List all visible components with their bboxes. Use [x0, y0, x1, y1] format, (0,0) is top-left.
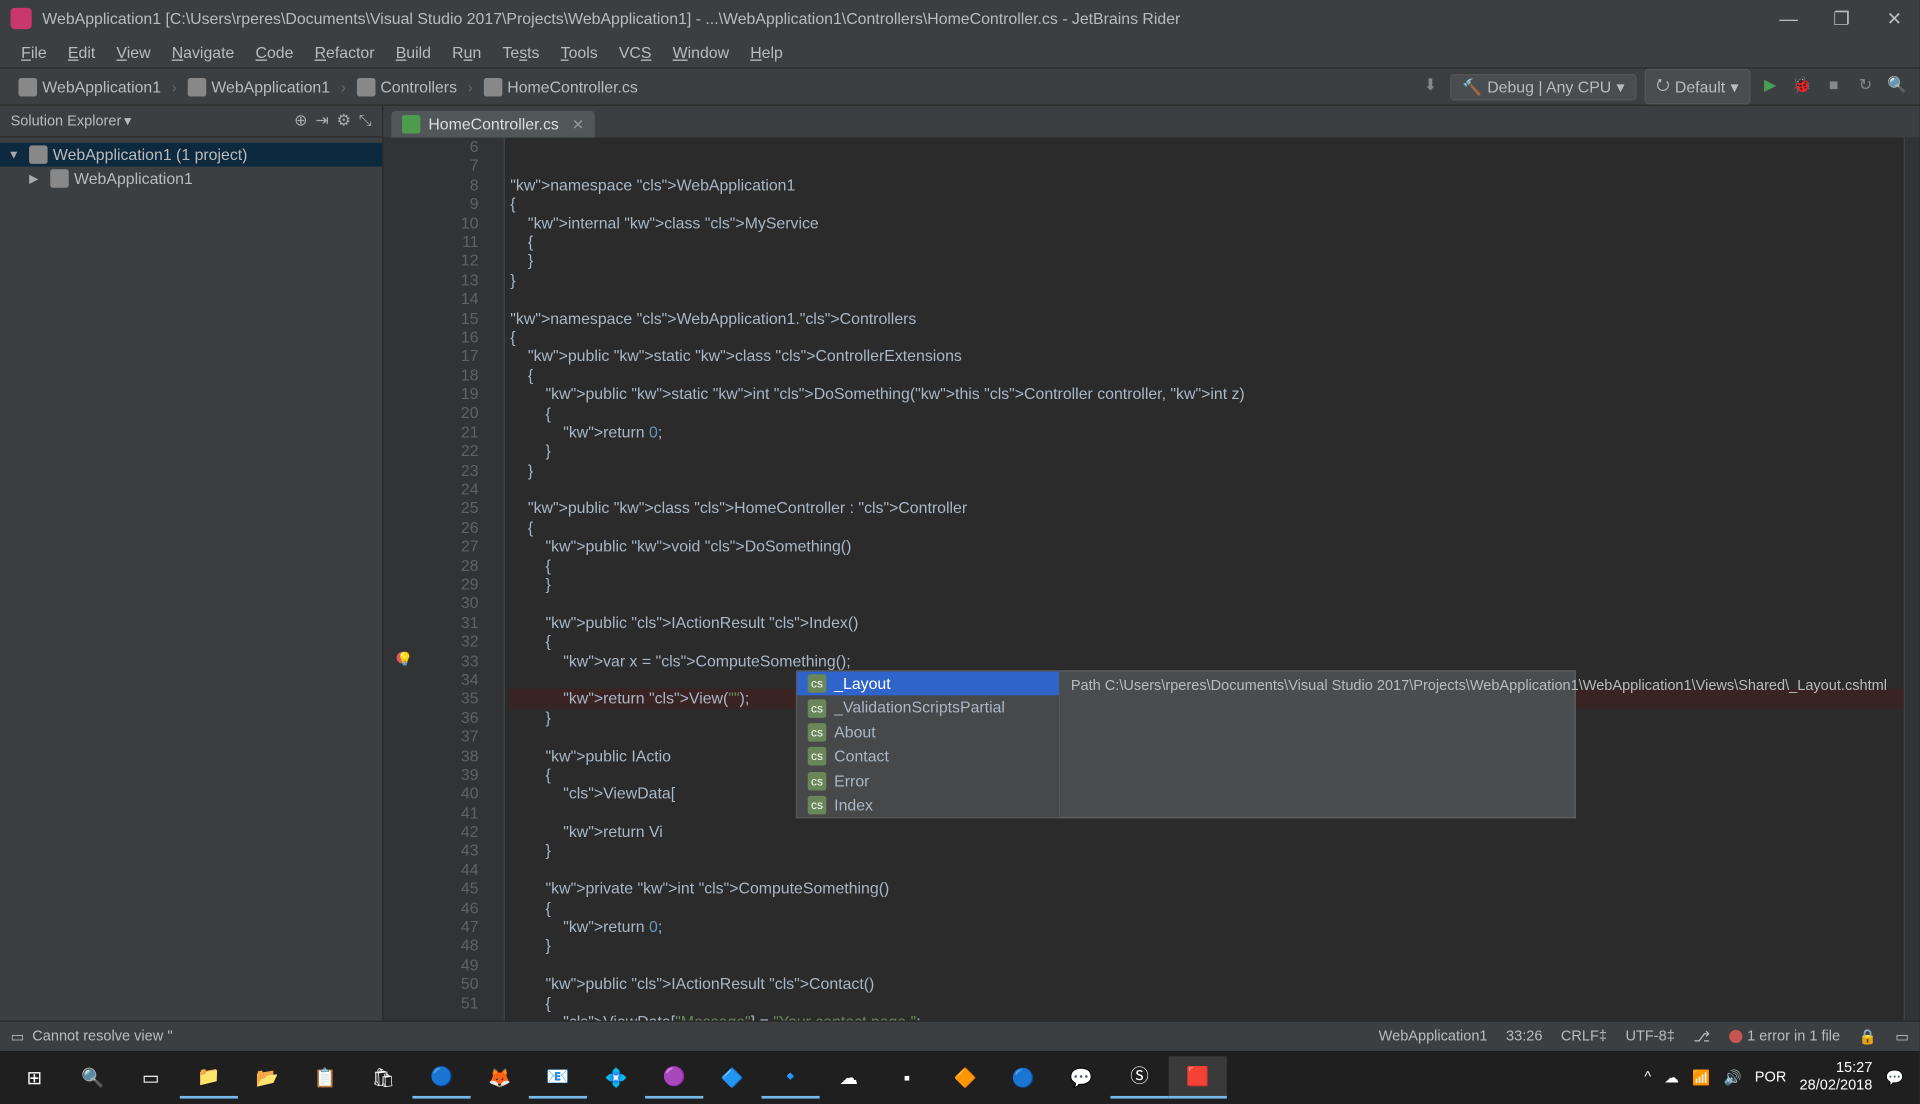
- configuration-selector[interactable]: 🔨 Debug | Any CPU ▾: [1450, 73, 1636, 99]
- menu-build[interactable]: Build: [385, 39, 441, 65]
- breadcrumb-file[interactable]: HomeController.cs: [476, 75, 646, 99]
- menu-tests[interactable]: Tests: [492, 39, 550, 65]
- app-icon-5[interactable]: ☁: [820, 1056, 878, 1098]
- collapse-all-icon[interactable]: ⇥: [315, 111, 328, 131]
- build-icon[interactable]: ⬇: [1419, 75, 1443, 99]
- status-message: Cannot resolve view '': [32, 1029, 173, 1045]
- completion-doc: Path C:\Users\rperes\Documents\Visual St…: [1060, 670, 1576, 819]
- rider-taskbar-icon[interactable]: 🟥: [1169, 1056, 1227, 1098]
- tray-cloud-icon[interactable]: ☁: [1664, 1069, 1679, 1086]
- menu-code[interactable]: Code: [245, 39, 304, 65]
- editor-tab[interactable]: HomeController.cs ✕: [391, 111, 594, 137]
- menu-vcs[interactable]: VCS: [608, 39, 662, 65]
- code-area[interactable]: 6789101112131415161718192021222324252627…: [383, 137, 1919, 1020]
- skype-icon[interactable]: Ⓢ: [1110, 1056, 1168, 1098]
- completion-item[interactable]: csContact: [797, 745, 1059, 769]
- menu-navigate[interactable]: Navigate: [161, 39, 245, 65]
- menu-view[interactable]: View: [106, 39, 161, 65]
- search-button[interactable]: 🔍: [1885, 75, 1909, 99]
- outlook-icon[interactable]: 📧: [529, 1056, 587, 1098]
- app-icon-4[interactable]: 🔷: [703, 1056, 761, 1098]
- app-icon-2[interactable]: 📋: [296, 1056, 354, 1098]
- menu-edit[interactable]: Edit: [57, 39, 106, 65]
- vscode-icon[interactable]: 🔹: [761, 1056, 819, 1098]
- vs-icon[interactable]: 🟣: [645, 1056, 703, 1098]
- hide-icon[interactable]: ⤡: [359, 111, 372, 131]
- tray-clock[interactable]: 15:27 28/02/2018: [1800, 1060, 1873, 1094]
- status-errors[interactable]: 1 error in 1 file: [1729, 1029, 1840, 1045]
- menu-help[interactable]: Help: [740, 39, 794, 65]
- completion-item[interactable]: cs_ValidationScriptsPartial: [797, 696, 1059, 720]
- run-config-selector[interactable]: ⭮ Default ▾: [1644, 69, 1750, 105]
- menu-run[interactable]: Run: [442, 39, 492, 65]
- statusbar: ▭ Cannot resolve view '' WebApplication1…: [0, 1021, 1920, 1051]
- scroll-from-source-icon[interactable]: ⊕: [294, 111, 307, 131]
- settings-icon[interactable]: ⚙: [337, 111, 351, 131]
- tray-lang[interactable]: POR: [1755, 1069, 1787, 1085]
- status-project[interactable]: WebApplication1: [1379, 1029, 1488, 1045]
- status-encoding[interactable]: UTF-8‡: [1626, 1029, 1675, 1045]
- app-icon-8[interactable]: 💬: [1052, 1056, 1110, 1098]
- stop-button[interactable]: ■: [1822, 75, 1846, 99]
- maximize-button[interactable]: ❐: [1827, 7, 1856, 29]
- tray-network-icon[interactable]: 📶: [1692, 1069, 1710, 1086]
- editor: HomeController.cs ✕ 67891011121314151617…: [383, 106, 1919, 1021]
- terminal-icon[interactable]: ▪: [878, 1056, 936, 1098]
- search-taskbar-icon[interactable]: 🔍: [63, 1056, 121, 1098]
- breadcrumb-solution[interactable]: WebApplication1: [11, 75, 169, 99]
- csharp-file-icon: [402, 115, 421, 134]
- menu-window[interactable]: Window: [662, 39, 740, 65]
- status-lock-icon[interactable]: 🔒: [1859, 1028, 1877, 1045]
- solution-explorer: Solution Explorer ▾ ⊕ ⇥ ⚙ ⤡ ▼ WebApplica…: [0, 106, 383, 1021]
- explorer-taskbar-icon[interactable]: 📁: [180, 1056, 238, 1098]
- tray-volume-icon[interactable]: 🔊: [1723, 1069, 1741, 1086]
- menu-file[interactable]: File: [11, 39, 58, 65]
- update-button[interactable]: ↻: [1853, 75, 1877, 99]
- completion-popup: cs_Layoutcs_ValidationScriptsPartialcsAb…: [796, 670, 1576, 819]
- app-icon-6[interactable]: 🔶: [936, 1056, 994, 1098]
- status-position[interactable]: 33:26: [1506, 1029, 1542, 1045]
- solution-explorer-title: Solution Explorer: [11, 113, 122, 129]
- app-icon-3[interactable]: 💠: [587, 1056, 645, 1098]
- close-tab-icon[interactable]: ✕: [572, 116, 584, 133]
- status-eol[interactable]: CRLF‡: [1561, 1029, 1607, 1045]
- app-icon-1[interactable]: 📂: [238, 1056, 296, 1098]
- completion-item[interactable]: csError: [797, 769, 1059, 793]
- menu-tools[interactable]: Tools: [550, 39, 608, 65]
- app-icon: [11, 8, 32, 29]
- status-frame-icon[interactable]: ▭: [11, 1028, 25, 1045]
- completion-item[interactable]: csAbout: [797, 720, 1059, 744]
- minimize-button[interactable]: —: [1774, 7, 1803, 29]
- chrome-icon[interactable]: 🔵: [412, 1056, 470, 1098]
- menubar: File Edit View Navigate Code Refactor Bu…: [0, 37, 1920, 69]
- store-icon[interactable]: 🛍: [354, 1056, 412, 1098]
- status-memory-icon[interactable]: ▭: [1895, 1028, 1909, 1045]
- completion-item[interactable]: csIndex: [797, 793, 1059, 817]
- breadcrumb-project[interactable]: WebApplication1: [180, 75, 338, 99]
- firefox-icon[interactable]: 🦊: [471, 1056, 529, 1098]
- completion-item[interactable]: cs_Layout: [797, 672, 1059, 696]
- start-button[interactable]: ⊞: [5, 1056, 63, 1098]
- breadcrumb-folder[interactable]: Controllers: [349, 75, 465, 99]
- tray-notifications-icon[interactable]: 💬: [1886, 1069, 1904, 1086]
- toolbar: WebApplication1 › WebApplication1 › Cont…: [0, 69, 1920, 106]
- taskbar: ⊞ 🔍 ▭ 📁 📂 📋 🛍 🔵 🦊 📧 💠 🟣 🔷 🔹 ☁ ▪ 🔶 🔵 💬 Ⓢ …: [0, 1051, 1920, 1104]
- taskview-icon[interactable]: ▭: [122, 1056, 180, 1098]
- tray-chevron-icon[interactable]: ^: [1644, 1069, 1651, 1085]
- tree-root[interactable]: ▼ WebApplication1 (1 project): [0, 143, 382, 167]
- app-icon-7[interactable]: 🔵: [994, 1056, 1052, 1098]
- tree-project[interactable]: ▶ WebApplication1: [0, 167, 382, 191]
- debug-button[interactable]: 🐞: [1790, 75, 1814, 99]
- run-button[interactable]: ▶: [1758, 75, 1782, 99]
- titlebar: WebApplication1 [C:\Users\rperes\Documen…: [0, 0, 1920, 37]
- status-branch-icon[interactable]: ⎇: [1693, 1028, 1710, 1045]
- menu-refactor[interactable]: Refactor: [304, 39, 385, 65]
- close-button[interactable]: ✕: [1880, 7, 1909, 29]
- window-title: WebApplication1 [C:\Users\rperes\Documen…: [42, 9, 1180, 28]
